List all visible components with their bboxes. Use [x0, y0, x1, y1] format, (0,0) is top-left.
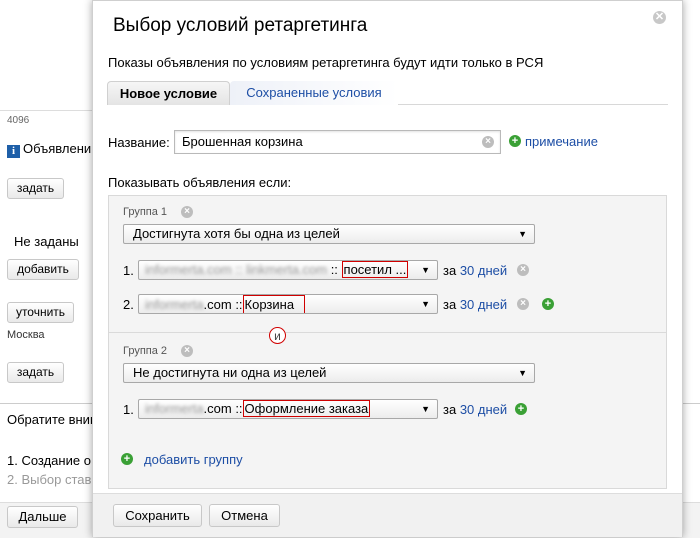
for-label: за: [443, 402, 457, 417]
name-label: Название:: [108, 135, 170, 150]
remove-goal-icon[interactable]: ×: [517, 264, 529, 276]
add-button[interactable]: добавить: [7, 259, 79, 280]
remove-group-icon[interactable]: ×: [181, 345, 193, 357]
days-link[interactable]: 30 дней: [460, 402, 507, 417]
chevron-down-icon: ▼: [421, 265, 430, 275]
goal-number: 1.: [123, 263, 134, 278]
refine-button[interactable]: уточнить: [7, 302, 74, 323]
note-link[interactable]: примечание: [525, 134, 598, 149]
goal-site: informerta: [145, 297, 204, 312]
show-if-label: Показывать объявления если:: [108, 175, 292, 190]
group-1-mode: Достигнута хотя бы одна из целей: [133, 226, 340, 241]
group-separator: [109, 332, 666, 333]
groups-container: Группа 1 × Достигнута хотя бы одна из це…: [108, 195, 667, 489]
for-label: за: [443, 297, 457, 312]
goal-period: за 30 дней: [443, 402, 507, 417]
step-1: 1. Создание о: [7, 453, 91, 468]
add-goal-icon[interactable]: +: [542, 298, 554, 310]
chevron-down-icon: ▼: [518, 229, 527, 239]
group-2-mode: Не достигнута ни одна из целей: [133, 365, 327, 380]
goal-period: за 30 дней: [443, 263, 507, 278]
tab-new-condition[interactable]: Новое условие: [107, 81, 230, 105]
goal-name: Корзина: [242, 295, 305, 313]
group-2-mode-select[interactable]: Не достигнута ни одна из целей ▼: [123, 363, 535, 383]
goal-name: посетил ...: [341, 261, 409, 278]
days-link[interactable]: 30 дней: [460, 263, 507, 278]
chevron-down-icon: ▼: [421, 404, 430, 414]
not-set-text: Не заданы: [14, 234, 79, 249]
goal-name: Оформление заказа: [242, 400, 371, 417]
clear-icon[interactable]: ×: [482, 136, 494, 148]
goal-period: за 30 дней: [443, 297, 507, 312]
goal-number: 2.: [123, 297, 134, 312]
ads-info: i Объявлени: [7, 141, 91, 158]
dialog-title: Выбор условий ретаргетинга: [113, 15, 368, 36]
goal-counter: .com ::: [203, 401, 243, 416]
goal-select[interactable]: informerta.com :: Корзина ▼: [138, 294, 438, 314]
tab-saved-conditions[interactable]: Сохраненные условия: [230, 81, 398, 105]
goal-counter: .com ::: [203, 297, 243, 312]
remove-group-icon[interactable]: ×: [181, 206, 193, 218]
chevron-down-icon: ▼: [518, 368, 527, 378]
char-counter: 4096: [7, 115, 30, 126]
add-goal-icon[interactable]: +: [515, 403, 527, 415]
name-field[interactable]: Брошенная корзина: [174, 130, 501, 154]
goal-select[interactable]: informerta.com :: Оформление заказа ▼: [138, 399, 438, 419]
goal-counter: linkmerta.com: [246, 262, 328, 277]
goal-site: informerta: [145, 401, 204, 416]
notice-text: Обратите вним: [7, 412, 99, 427]
step-2: 2. Выбор став: [7, 472, 92, 487]
goal-select[interactable]: informerta.com :: linkmerta.com :: посет…: [138, 260, 438, 280]
next-button[interactable]: Дальше: [7, 506, 78, 528]
for-label: за: [443, 263, 457, 278]
group-1-mode-select[interactable]: Достигнута хотя бы одна из целей ▼: [123, 224, 535, 244]
and-connector: и: [269, 327, 286, 344]
region-text: Москва: [7, 329, 45, 341]
days-link[interactable]: 30 дней: [460, 297, 507, 312]
group-1-label: Группа 1: [123, 206, 168, 218]
close-icon[interactable]: ✕: [653, 11, 666, 24]
ads-info-text: Объявлени: [23, 141, 92, 156]
goal-site: informerta.com: [145, 262, 232, 277]
set-button-2[interactable]: задать: [7, 362, 64, 383]
cancel-button[interactable]: Отмена: [209, 504, 280, 527]
plus-icon[interactable]: +: [509, 135, 521, 147]
ad-text-area[interactable]: [0, 0, 98, 111]
add-group-link[interactable]: добавить группу: [144, 452, 243, 467]
save-button[interactable]: Сохранить: [113, 504, 202, 527]
goal-number: 1.: [123, 402, 134, 417]
group-2-label: Группа 2: [123, 345, 168, 357]
dialog-subtitle: Показы объявления по условиям ретаргетин…: [108, 55, 544, 70]
set-button[interactable]: задать: [7, 178, 64, 199]
chevron-down-icon: ▼: [421, 299, 430, 309]
retargeting-dialog: ✕ Выбор условий ретаргетинга Показы объя…: [92, 0, 683, 537]
info-icon: i: [7, 145, 20, 158]
remove-goal-icon[interactable]: ×: [517, 298, 529, 310]
plus-icon[interactable]: +: [121, 453, 133, 465]
